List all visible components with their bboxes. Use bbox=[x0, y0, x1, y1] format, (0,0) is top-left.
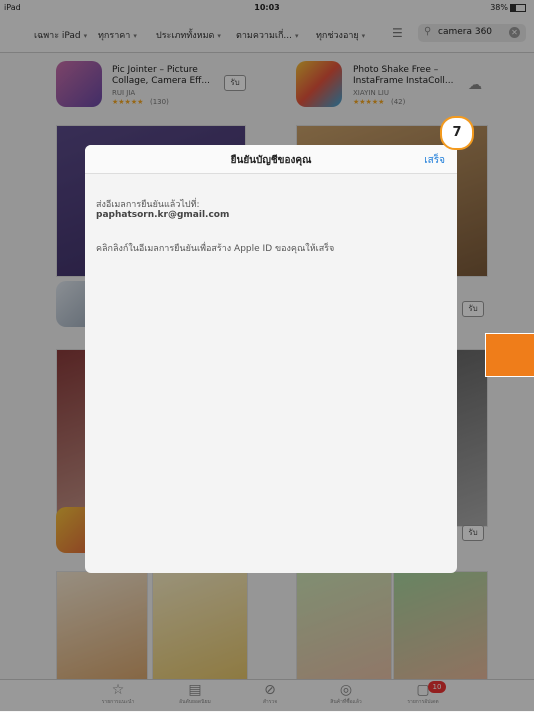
orange-marker bbox=[485, 333, 534, 377]
done-button[interactable]: เสร็จ bbox=[424, 153, 445, 168]
verify-account-dialog: ยืนยันบัญชีของคุณ เสร็จ ส่งอีเมลการยืนยั… bbox=[85, 145, 457, 573]
confirmation-sent-text: ส่งอีเมลการยืนยันแล้วไปที่: bbox=[96, 200, 200, 210]
dialog-title: ยืนยันบัญชีของคุณ bbox=[230, 155, 312, 166]
step-number-callout: 7 bbox=[440, 116, 474, 150]
instruction-text: คลิกลิงก์ในอีเมลการยืนยันเพื่อสร้าง Appl… bbox=[96, 244, 335, 254]
dialog-header: ยืนยันบัญชีของคุณ เสร็จ bbox=[85, 145, 457, 174]
email-address: paphatsorn.kr@gmail.com bbox=[96, 210, 230, 220]
